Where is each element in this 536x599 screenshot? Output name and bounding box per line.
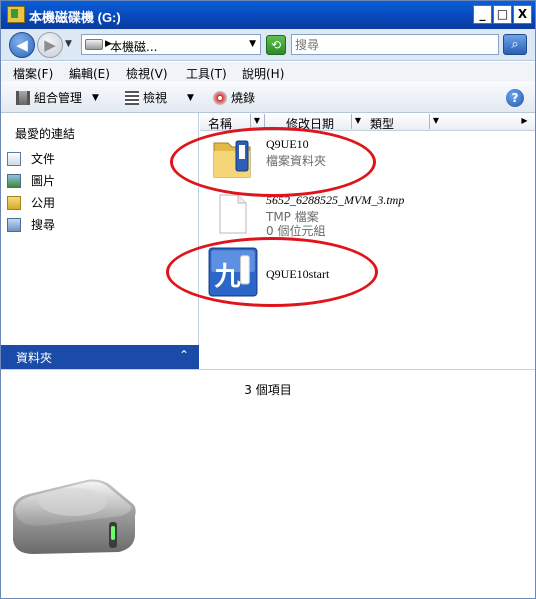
burn-disc-icon: [213, 90, 227, 105]
favorite-label: 圖片: [31, 174, 56, 188]
favorite-public[interactable]: 公用: [7, 194, 55, 211]
menu-help[interactable]: 說明(H): [242, 65, 284, 82]
forward-button[interactable]: ▶: [37, 32, 63, 58]
favorite-label: 公用: [31, 196, 56, 210]
pictures-icon: [7, 173, 21, 188]
folders-label: 資料夾: [16, 351, 53, 365]
command-bar: 組合管理 ▼ 檢視 ▼ 燒錄 ?: [1, 83, 535, 113]
close-button[interactable]: X: [513, 5, 532, 24]
favorite-label: 文件: [31, 152, 56, 166]
favorite-documents[interactable]: 文件: [7, 150, 55, 167]
search-field[interactable]: [291, 34, 499, 55]
burn-label: 燒錄: [231, 91, 256, 105]
menu-bar: 檔案(F) 編輯(E) 檢視(V) 工具(T) 說明(H): [1, 62, 535, 82]
chevron-down-icon: ▼: [92, 92, 99, 103]
chevron-up-icon: ⌃: [179, 348, 190, 362]
burn-button[interactable]: 燒錄: [213, 89, 255, 106]
minimize-button[interactable]: _: [473, 5, 492, 24]
chevron-down-icon: ▼: [187, 92, 194, 103]
column-type[interactable]: 類型: [370, 115, 394, 132]
search-icon[interactable]: ⌕: [503, 34, 527, 55]
annotation-oval: [166, 237, 378, 307]
back-button[interactable]: ◀: [9, 32, 35, 58]
address-path: 本機磁...: [110, 40, 158, 54]
menu-file[interactable]: 檔案(F): [13, 65, 53, 82]
address-dropdown-icon[interactable]: ▼: [249, 39, 256, 49]
menu-tools[interactable]: 工具(T): [186, 65, 227, 82]
favorite-pictures[interactable]: 圖片: [7, 172, 55, 189]
organize-button[interactable]: 組合管理 ▼: [16, 89, 99, 106]
views-button[interactable]: 檢視 ▼: [125, 89, 194, 106]
organize-label: 組合管理: [34, 91, 83, 105]
maximize-button[interactable]: □: [493, 5, 512, 24]
search-input[interactable]: [295, 36, 495, 53]
title-bar[interactable]: 本機磁碟機 (G:) _ □ X: [1, 1, 535, 29]
chevron-down-icon[interactable]: ▼: [351, 114, 364, 129]
favorite-search[interactable]: 搜尋: [7, 216, 55, 233]
folders-toggle[interactable]: 資料夾 ⌃: [1, 345, 199, 369]
scroll-right-icon[interactable]: ▶: [518, 114, 531, 129]
history-dropdown-icon[interactable]: ▼: [65, 39, 72, 49]
address-field[interactable]: ▶ 本機磁... ▼: [81, 34, 261, 55]
menu-view[interactable]: 檢視(V): [126, 65, 168, 82]
navigation-pane: 最愛的連結 文件 圖片 公用 搜尋 資料夾 ⌃: [1, 113, 199, 369]
documents-icon: [7, 151, 21, 166]
menu-edit[interactable]: 編輯(E): [69, 65, 110, 82]
public-folder-icon: [7, 195, 21, 210]
search-folder-icon: [7, 217, 21, 232]
address-bar: ◀ ▶ ▼ ▶ 本機磁... ▼ ⟲ ⌕: [1, 29, 535, 61]
file-list: 名稱 ▼ 修改日期 ▼ 類型 ▼ ▶ Q9UE10 檔案資料夾 5652_628…: [166, 113, 535, 369]
views-label: 檢視: [143, 91, 168, 105]
help-icon[interactable]: ?: [506, 89, 524, 107]
explorer-window: 本機磁碟機 (G:) _ □ X ◀ ▶ ▼ ▶ 本機磁... ▼ ⟲ ⌕ 檔案…: [0, 0, 536, 599]
favorite-label: 搜尋: [31, 218, 56, 232]
drive-icon: [85, 39, 103, 50]
window-title: 本機磁碟機 (G:): [29, 10, 121, 25]
favorites-heading: 最愛的連結: [15, 127, 76, 141]
tmp-file-icon: [219, 194, 247, 234]
drive-app-icon: [7, 6, 25, 23]
refresh-icon[interactable]: ⟲: [266, 35, 286, 55]
chevron-down-icon[interactable]: ▼: [429, 114, 442, 129]
hard-drive-icon: [13, 479, 136, 554]
item-count: 3 個項目: [244, 383, 292, 397]
organize-icon: [16, 90, 30, 105]
views-icon: [125, 90, 139, 105]
list-item[interactable]: 5652_6288525_MVM_3.tmp TMP 檔案 0 個位元組: [210, 191, 520, 241]
details-pane: 3 個項目: [1, 369, 535, 598]
annotation-oval: [170, 127, 376, 197]
